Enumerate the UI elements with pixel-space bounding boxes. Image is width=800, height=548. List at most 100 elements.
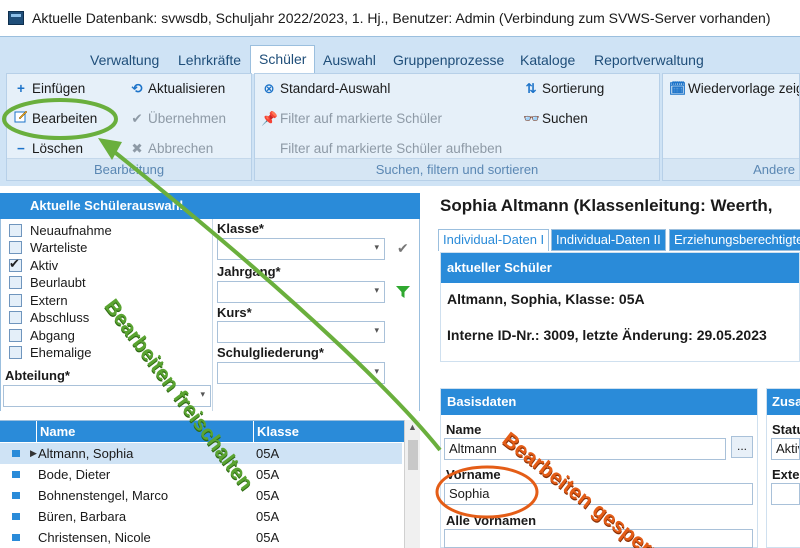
einfuegen-label: Einfügen [32, 81, 86, 96]
kurs-combo[interactable]: ▾ [217, 321, 385, 343]
status-beurlaubt[interactable]: Beurlaubt [9, 274, 86, 291]
klasse-combo[interactable]: ▾ [217, 238, 385, 260]
check-icon[interactable]: ✔ [397, 240, 409, 257]
table-scrollbar[interactable]: ▲ [404, 420, 420, 548]
cell-name: Christensen, Nicole [38, 530, 151, 545]
name-field[interactable]: Altmann [444, 438, 726, 460]
row-selector[interactable] [0, 464, 36, 485]
cell-name: Büren, Barbara [38, 509, 127, 524]
alle-vornamen-field[interactable] [444, 529, 753, 548]
wiedervorlage-label: Wiedervorlage zeig [688, 81, 800, 96]
sortierung-button[interactable]: ⇅ Sortierung [523, 78, 604, 100]
status-extern[interactable]: Extern [9, 292, 68, 309]
status-label: Aktiv [30, 258, 59, 273]
table-row[interactable]: Christensen, Nicole 05A [0, 527, 402, 548]
jahrgang-combo[interactable]: ▾ [217, 281, 385, 303]
klasse-label: Klasse* [217, 221, 264, 236]
tab-lehrkraefte[interactable]: Lehrkräfte [170, 47, 249, 73]
status-label: Warteliste [30, 240, 88, 255]
tab-kataloge[interactable]: Kataloge [512, 47, 583, 73]
current-row-pointer-icon: ▶ [30, 448, 37, 458]
suchen-button[interactable]: 👓 Suchen [523, 108, 588, 130]
tab-auswahl[interactable]: Auswahl [315, 47, 384, 73]
app-icon [8, 11, 24, 25]
table-row[interactable]: Bode, Dieter 05A [0, 464, 402, 485]
status-label: Statu [772, 422, 800, 437]
tab-schueler[interactable]: Schüler [250, 45, 316, 74]
uebernehmen-button[interactable]: ✔ Übernehmen [129, 108, 226, 130]
ribbon-body: + Einfügen Bearbeiten − Löschen ⟲ Aktual… [6, 73, 800, 183]
jahrgang-label: Jahrgang* [217, 264, 281, 279]
uebernehmen-label: Übernehmen [148, 111, 227, 126]
checkbox[interactable] [9, 329, 22, 342]
filter-markierte-button[interactable]: 📌 Filter auf markierte Schüler [261, 108, 442, 130]
vorname-label: Vorname [446, 467, 501, 482]
abteilung-label: Abteilung* [5, 368, 70, 383]
detail-title: Sophia Altmann (Klassenleitung: Weerth, [440, 196, 773, 215]
tab-erziehungsberechtigte[interactable]: Erziehungsberechtigte [669, 229, 800, 251]
status-label: Extern [30, 293, 68, 308]
status-warteliste[interactable]: Warteliste [9, 239, 87, 256]
checkbox[interactable] [9, 276, 22, 289]
zusatz-header: Zusa [767, 389, 800, 415]
chevron-down-icon: ▾ [200, 389, 205, 399]
tab-individual-daten-2[interactable]: Individual-Daten II [551, 229, 666, 251]
cell-klasse: 05A [256, 530, 280, 545]
standard-auswahl-button[interactable]: ⊗ Standard-Auswahl [261, 78, 390, 100]
loeschen-button[interactable]: − Löschen [13, 138, 83, 160]
aktualisieren-button[interactable]: ⟲ Aktualisieren [129, 78, 225, 100]
check-icon: ✔ [131, 111, 143, 126]
filter-icon[interactable] [395, 284, 411, 300]
bearbeiten-button[interactable]: Bearbeiten [13, 108, 97, 130]
row-selector[interactable] [0, 506, 36, 527]
suchen-label: Suchen [542, 111, 588, 126]
status-label: Neuaufnahme [30, 223, 112, 238]
schulgliederung-combo[interactable]: ▾ [217, 362, 385, 384]
table-row[interactable]: Büren, Barbara 05A [0, 506, 402, 527]
status-ehemalige[interactable]: Ehemalige [9, 344, 91, 361]
extern-field[interactable] [771, 483, 800, 505]
tab-individual-daten-1[interactable]: Individual-Daten I [438, 229, 550, 251]
group-label-andere: Andere [663, 158, 799, 180]
tab-verwaltung[interactable]: Verwaltung [82, 47, 167, 73]
scroll-up-icon[interactable]: ▲ [408, 422, 417, 432]
row-selector[interactable] [0, 485, 36, 506]
tab-reportverwaltung[interactable]: Reportverwaltung [586, 47, 712, 73]
minus-icon: − [17, 141, 25, 156]
kurs-label: Kurs* [217, 305, 252, 320]
status-label: Ehemalige [30, 345, 92, 360]
status-label: Beurlaubt [30, 275, 86, 290]
checkbox-checked[interactable] [9, 256, 22, 272]
table-header-klasse[interactable]: Klasse [254, 421, 404, 442]
ribbon: Verwaltung Lehrkräfte Schüler Auswahl Gr… [0, 36, 800, 186]
binoculars-icon: 👓 [523, 111, 540, 126]
status-abgang[interactable]: Abgang [9, 327, 75, 344]
checkbox[interactable] [9, 294, 22, 307]
filter-divider [212, 219, 213, 411]
wiedervorlage-button[interactable]: 🗓 Wiedervorlage zeig [669, 78, 800, 100]
standard-auswahl-label: Standard-Auswahl [280, 81, 391, 96]
tab-gruppenprozesse[interactable]: Gruppenprozesse [385, 47, 512, 73]
table-header-select [0, 421, 36, 442]
status-field[interactable]: Aktiv [771, 438, 800, 460]
checkbox[interactable] [9, 311, 22, 324]
row-marker-icon [12, 471, 20, 478]
extern-label: Exter [772, 467, 800, 482]
checkbox[interactable] [9, 241, 22, 254]
status-abschluss[interactable]: Abschluss [9, 309, 89, 326]
scroll-thumb[interactable] [408, 440, 418, 470]
status-aktiv[interactable]: Aktiv [9, 256, 59, 274]
filter-area: Neuaufnahme Warteliste Aktiv Beurlaubt E… [0, 219, 420, 411]
row-marker-icon [12, 450, 20, 457]
row-selector[interactable] [0, 527, 36, 548]
checkbox[interactable] [9, 346, 22, 359]
ribbon-tabs: Verwaltung Lehrkräfte Schüler Auswahl Gr… [0, 43, 800, 74]
filter-aufheben-button[interactable]: Filter auf markierte Schüler aufheben [280, 138, 502, 160]
abbrechen-button[interactable]: ✖ Abbrechen [129, 138, 213, 160]
cancel-icon: ✖ [131, 141, 143, 156]
status-neuaufnahme[interactable]: Neuaufnahme [9, 222, 112, 239]
table-row[interactable]: Bohnenstengel, Marco 05A [0, 485, 402, 506]
checkbox[interactable] [9, 224, 22, 237]
name-details-button[interactable]: ... [731, 436, 753, 458]
einfuegen-button[interactable]: + Einfügen [13, 78, 85, 100]
